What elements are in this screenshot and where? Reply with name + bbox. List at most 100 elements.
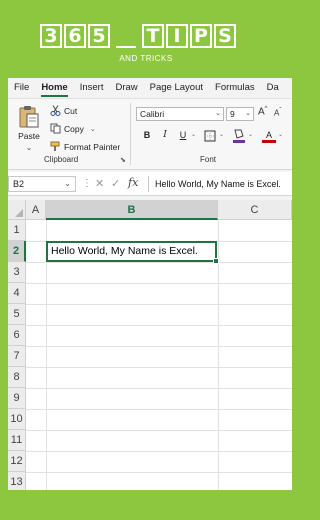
font-color-label: A [265,130,272,140]
logo-char: I [166,24,188,48]
scissors-icon [50,105,61,116]
borders-icon[interactable] [204,130,216,142]
tab-home[interactable]: Home [35,78,73,98]
logo-char: 5 [88,24,110,48]
column-header-b[interactable]: B [46,200,218,220]
font-name-select[interactable]: Calibri ⌄ [136,107,224,121]
cut-button[interactable]: Cut [50,105,77,116]
format-painter-button[interactable]: Format Painter [50,141,120,152]
clipboard-group-label: Clipboard [44,155,79,164]
check-icon[interactable]: ✓ [111,177,120,190]
name-box[interactable]: B2 ⌄ [8,176,76,192]
cut-label: Cut [64,105,78,116]
brand-footer [0,490,292,520]
row-header[interactable]: 4 [8,283,26,304]
select-all-button[interactable] [8,200,26,220]
gridline [26,430,292,431]
tab-insert[interactable]: Insert [74,78,110,98]
name-box-value: B2 [13,179,25,189]
clipboard-dialog-launcher-icon[interactable]: ⬊ [120,156,126,164]
row-header[interactable]: 10 [8,409,26,430]
font-name-value: Calibri [140,109,165,119]
row-header[interactable]: 3 [8,262,26,283]
formula-input[interactable]: Hello World, My Name is Excel. [148,176,292,192]
row-header[interactable]: 11 [8,430,26,451]
bold-button[interactable]: B [140,130,154,140]
fill-handle[interactable] [213,258,219,264]
chevron-down-icon[interactable]: ⌄ [278,131,283,138]
brand-logo: 3 6 5 T I P S [40,24,238,48]
excel-window: File Home Insert Draw Page Layout Formul… [8,78,292,490]
brand-subtitle: AND TRICKS [119,54,173,63]
increase-font-label: A [258,106,265,118]
gridline [26,325,292,326]
ribbon-tabs: File Home Insert Draw Page Layout Formul… [8,78,292,98]
row-header[interactable]: 9 [8,388,26,409]
copy-label: Copy [64,123,84,134]
tab-file[interactable]: File [8,78,35,98]
gridline [26,409,292,410]
row-header[interactable]: 7 [8,346,26,367]
tab-formulas[interactable]: Formulas [209,78,261,98]
gridline [26,304,292,305]
logo-char: P [190,24,212,48]
underline-button[interactable]: U [176,130,190,140]
brand-header: 3 6 5 T I P S AND TRICKS [0,0,292,78]
chevron-down-icon[interactable]: ⌄ [248,131,253,138]
font-color-button[interactable]: A [262,130,276,143]
gridline [26,367,292,368]
decrease-font-size-button[interactable]: Aˇ [274,108,281,118]
cell-b2[interactable]: Hello World, My Name is Excel. [46,241,217,262]
font-group-label: Font [200,155,217,164]
format-painter-label: Format Painter [64,141,121,152]
fill-color-icon[interactable] [232,128,246,144]
row-header[interactable]: 12 [8,451,26,472]
column-header-c[interactable]: C [218,200,292,220]
chevron-down-icon: ⌄ [215,110,221,117]
logo-divider [116,46,136,48]
tab-data[interactable]: Da [261,78,285,98]
tab-page-layout[interactable]: Page Layout [144,78,209,98]
row-header[interactable]: 2 [8,241,26,262]
chevron-down-icon: ⌄ [245,110,251,117]
chevron-down-icon[interactable]: ⌄ [90,125,96,133]
copy-button[interactable]: Copy ⌄ [50,123,96,134]
row-header[interactable]: 1 [8,220,26,241]
gridline [26,472,292,473]
font-size-select[interactable]: 9 ⌄ [226,107,254,121]
logo-char: T [142,24,164,48]
row-header[interactable]: 13 [8,472,26,490]
ribbon-home: Paste ⌄ Cut Copy ⌄ Format Painter Clipbo… [8,98,292,170]
gridline [26,262,292,263]
row-header[interactable]: 6 [8,325,26,346]
insert-function-button[interactable]: fx [128,176,138,189]
gridline [26,388,292,389]
chevron-down-icon[interactable]: ⌄ [16,143,42,152]
formula-bar: B2 ⌄ ⋮ ✕ ✓ fx Hello World, My Name is Ex… [8,172,292,196]
italic-button[interactable]: I [158,130,172,140]
chevron-down-icon[interactable]: ⌄ [191,131,196,138]
row-header[interactable]: 5 [8,304,26,325]
logo-char: 3 [40,24,62,48]
gridline [26,283,292,284]
paintbrush-icon [50,141,60,151]
row-header[interactable]: 8 [8,367,26,388]
chevron-down-icon[interactable]: ⌄ [219,131,224,138]
logo-char: 6 [64,24,86,48]
increase-font-size-button[interactable]: A^ [258,106,268,117]
worksheet-grid: A B C 1 2 3 4 5 6 7 8 9 10 11 12 13 Hell… [8,200,292,490]
tab-draw[interactable]: Draw [109,78,143,98]
paste-icon [19,106,39,128]
more-options-icon[interactable]: ⋮ [82,178,92,189]
gridline [26,346,292,347]
logo-char: S [214,24,236,48]
column-header-a[interactable]: A [26,200,46,220]
paste-button[interactable]: Paste ⌄ [16,105,42,152]
paste-label: Paste [18,131,40,141]
cancel-icon[interactable]: ✕ [95,177,104,190]
copy-icon [50,123,61,134]
font-size-value: 9 [230,109,235,119]
ribbon-divider [130,103,131,165]
gridline [26,451,292,452]
chevron-down-icon: ⌄ [64,179,71,188]
